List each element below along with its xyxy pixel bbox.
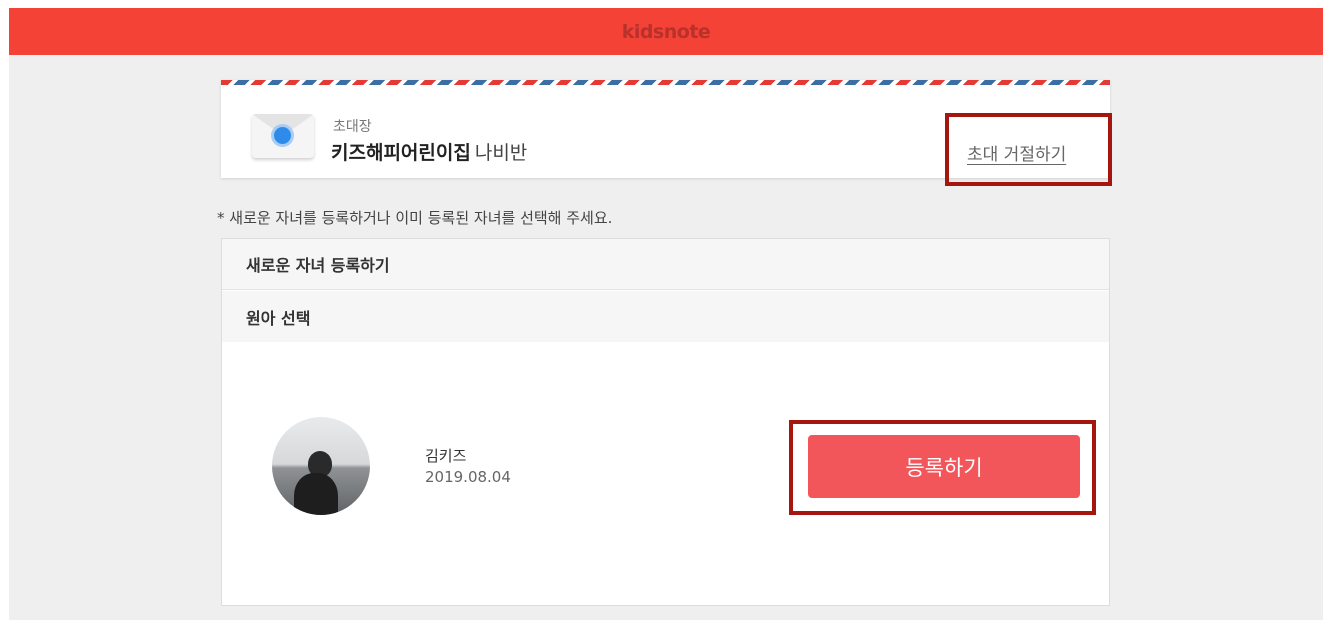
airmail-border bbox=[221, 80, 1110, 85]
app-frame: kidsnote 초대장 키즈해피어린이집 나비반 초대 거절하기 * 새로운 자… bbox=[9, 8, 1323, 620]
class-name: 나비반 bbox=[474, 142, 528, 164]
invitation-label: 초대장 bbox=[333, 119, 372, 135]
child-name: 김키즈 bbox=[425, 447, 467, 465]
child-avatar bbox=[272, 417, 370, 515]
select-child-header: 원아 선택 bbox=[222, 291, 1109, 342]
school-name: 키즈해피어린이집 bbox=[331, 142, 471, 164]
register-new-child-row[interactable]: 새로운 자녀 등록하기 bbox=[222, 239, 1109, 290]
envelope-icon bbox=[252, 114, 314, 158]
highlight-box-reject bbox=[945, 113, 1112, 186]
top-bar: kidsnote bbox=[9, 8, 1323, 55]
instruction-text: * 새로운 자녀를 등록하거나 이미 등록된 자녀를 선택해 주세요. bbox=[217, 209, 613, 227]
kidsnote-logo: kidsnote bbox=[621, 20, 711, 43]
invitation-school: 키즈해피어린이집 나비반 bbox=[331, 138, 527, 165]
highlight-box-register bbox=[789, 420, 1096, 515]
child-birthdate: 2019.08.04 bbox=[425, 468, 511, 486]
